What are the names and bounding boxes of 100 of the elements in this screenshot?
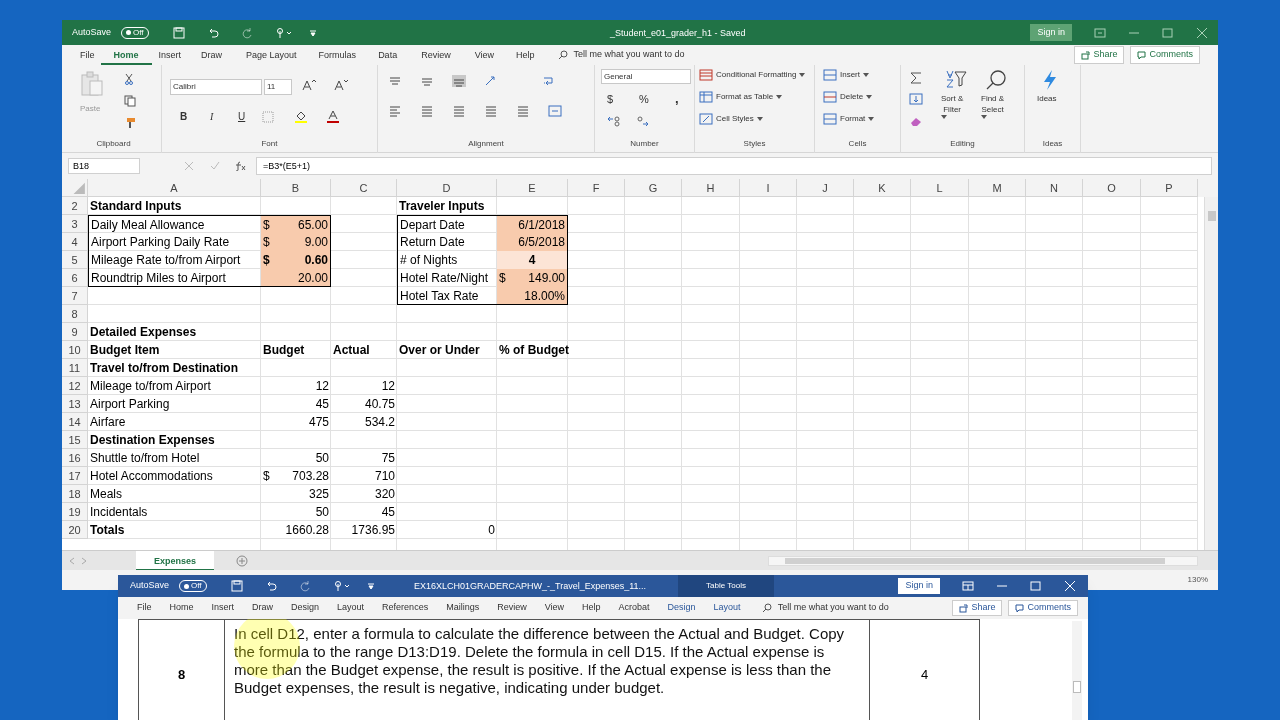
font-size-field[interactable]: 11 bbox=[264, 79, 292, 95]
fill-down-icon[interactable] bbox=[909, 93, 923, 105]
cell[interactable]: 475 bbox=[261, 413, 331, 431]
customize-icon[interactable] bbox=[308, 27, 317, 38]
ribbon-tab[interactable]: Draw bbox=[243, 601, 283, 615]
percent-button[interactable]: % bbox=[639, 91, 649, 108]
column-header[interactable]: N bbox=[1026, 179, 1083, 197]
cell[interactable]: Detailed Expenses bbox=[88, 323, 261, 341]
customize-icon[interactable] bbox=[366, 581, 375, 591]
cells-button[interactable]: Format bbox=[823, 113, 875, 125]
save-icon[interactable] bbox=[172, 26, 185, 39]
ribbon-tab[interactable]: View bbox=[463, 45, 505, 65]
new-sheet-icon[interactable] bbox=[236, 554, 249, 567]
underline-button[interactable]: U bbox=[238, 109, 246, 124]
cell[interactable]: 12 bbox=[331, 377, 397, 395]
row-header[interactable]: 18 bbox=[62, 485, 88, 503]
cell[interactable]: 320 bbox=[331, 485, 397, 503]
column-header[interactable]: E bbox=[497, 179, 568, 197]
font-color-icon[interactable] bbox=[326, 110, 340, 123]
column-header[interactable]: B bbox=[261, 179, 331, 197]
formula-field[interactable]: =B3*(E5+1) bbox=[256, 157, 1212, 175]
italic-button[interactable]: I bbox=[210, 109, 214, 124]
column-header[interactable]: O bbox=[1083, 179, 1141, 197]
styles-button[interactable]: Conditional Formatting bbox=[699, 69, 806, 81]
styles-button[interactable]: Cell Styles bbox=[699, 113, 763, 125]
share-button[interactable]: Share bbox=[1074, 46, 1125, 64]
ribbon-tab[interactable]: File bbox=[128, 601, 161, 615]
styles-button[interactable]: Format as Table bbox=[699, 91, 783, 103]
align-left-icon[interactable] bbox=[388, 105, 402, 117]
cell[interactable]: 534.2 bbox=[331, 413, 397, 431]
cell[interactable]: 45 bbox=[331, 503, 397, 521]
sign-in-button[interactable]: Sign in bbox=[898, 578, 940, 594]
horizontal-scrollbar[interactable] bbox=[768, 555, 1198, 566]
merge-center-icon[interactable] bbox=[548, 105, 562, 117]
column-header[interactable]: A bbox=[88, 179, 261, 197]
cell[interactable]: 710 bbox=[331, 467, 397, 485]
redo-icon[interactable] bbox=[240, 26, 253, 39]
cell[interactable]: 0 bbox=[397, 521, 497, 539]
column-header[interactable]: I bbox=[740, 179, 797, 197]
cell[interactable]: Actual bbox=[331, 341, 397, 359]
column-header[interactable]: P bbox=[1141, 179, 1198, 197]
increase-decimal-icon[interactable] bbox=[607, 115, 621, 127]
touch-mode-icon[interactable] bbox=[274, 26, 291, 39]
touch-mode-icon[interactable] bbox=[332, 580, 349, 592]
cell[interactable]: Totals bbox=[88, 521, 261, 539]
cell[interactable]: Standard Inputs bbox=[88, 197, 261, 215]
cell[interactable]: 18.00% bbox=[497, 287, 568, 305]
cell[interactable]: 50 bbox=[261, 503, 331, 521]
increase-indent-icon[interactable] bbox=[516, 105, 530, 117]
bold-button[interactable]: B bbox=[180, 109, 188, 124]
ribbon-tab[interactable]: Draw bbox=[188, 45, 236, 65]
comments-button[interactable]: Comments bbox=[1008, 600, 1078, 616]
comma-style-button[interactable]: , bbox=[675, 89, 679, 109]
share-button[interactable]: Share bbox=[952, 600, 1003, 616]
row-header[interactable]: 17 bbox=[62, 467, 88, 485]
cell[interactable]: 1660.28 bbox=[261, 521, 331, 539]
center-icon[interactable] bbox=[420, 105, 434, 117]
maximize-icon[interactable] bbox=[1162, 27, 1174, 38]
redo-icon[interactable] bbox=[298, 580, 311, 592]
fill-color-icon[interactable] bbox=[294, 110, 308, 123]
column-header[interactable]: F bbox=[568, 179, 625, 197]
ribbon-tab[interactable]: Insert bbox=[202, 601, 244, 615]
row-header[interactable]: 3 bbox=[62, 215, 88, 233]
cell[interactable]: 45 bbox=[261, 395, 331, 413]
sheet-tab[interactable]: Expenses bbox=[136, 550, 215, 571]
save-icon[interactable] bbox=[230, 580, 243, 592]
column-header[interactable]: G bbox=[625, 179, 682, 197]
cell[interactable]: $ 703.28 bbox=[261, 467, 331, 485]
cell[interactable]: Daily Meal Allowance bbox=[88, 215, 261, 233]
column-header[interactable]: C bbox=[331, 179, 397, 197]
row-header[interactable]: 9 bbox=[62, 323, 88, 341]
comments-button[interactable]: Comments bbox=[1130, 46, 1200, 64]
ribbon-tab[interactable]: Acrobat bbox=[609, 601, 659, 615]
orientation-icon[interactable] bbox=[484, 75, 498, 87]
ribbon-tab[interactable]: Insert bbox=[151, 45, 189, 65]
ribbon-tab[interactable]: Review bbox=[488, 601, 536, 615]
cells-button[interactable]: Insert bbox=[823, 69, 869, 81]
decrease-decimal-icon[interactable] bbox=[635, 115, 649, 127]
cell[interactable]: Budget Item bbox=[88, 341, 261, 359]
number-format-field[interactable]: General bbox=[601, 69, 691, 84]
cut-icon[interactable] bbox=[124, 73, 134, 85]
cell[interactable]: $ 0.60 bbox=[261, 251, 331, 269]
cell[interactable]: 50 bbox=[261, 449, 331, 467]
close-icon[interactable] bbox=[1196, 27, 1208, 38]
ribbon-tab[interactable]: Data bbox=[367, 45, 409, 65]
column-header[interactable]: K bbox=[854, 179, 911, 197]
cell[interactable]: % of Budget bbox=[497, 341, 568, 359]
row-header[interactable]: 20 bbox=[62, 521, 88, 539]
cell[interactable]: 20.00 bbox=[261, 269, 331, 287]
cell[interactable]: Incidentals bbox=[88, 503, 261, 521]
ideas-button[interactable]: Ideas bbox=[1037, 93, 1057, 105]
search-icon[interactable] bbox=[985, 69, 1007, 91]
ribbon-tab[interactable]: Formulas bbox=[307, 45, 368, 65]
sort-filter-button[interactable]: Sort & Filter bbox=[941, 93, 964, 119]
name-box[interactable]: B18 bbox=[68, 158, 140, 174]
ribbon-tab[interactable]: Help bbox=[573, 601, 610, 615]
vertical-scrollbar[interactable] bbox=[1204, 197, 1218, 550]
row-header[interactable]: 6 bbox=[62, 269, 88, 287]
cell[interactable]: 40.75 bbox=[331, 395, 397, 413]
vertical-scrollbar[interactable] bbox=[1072, 621, 1082, 720]
